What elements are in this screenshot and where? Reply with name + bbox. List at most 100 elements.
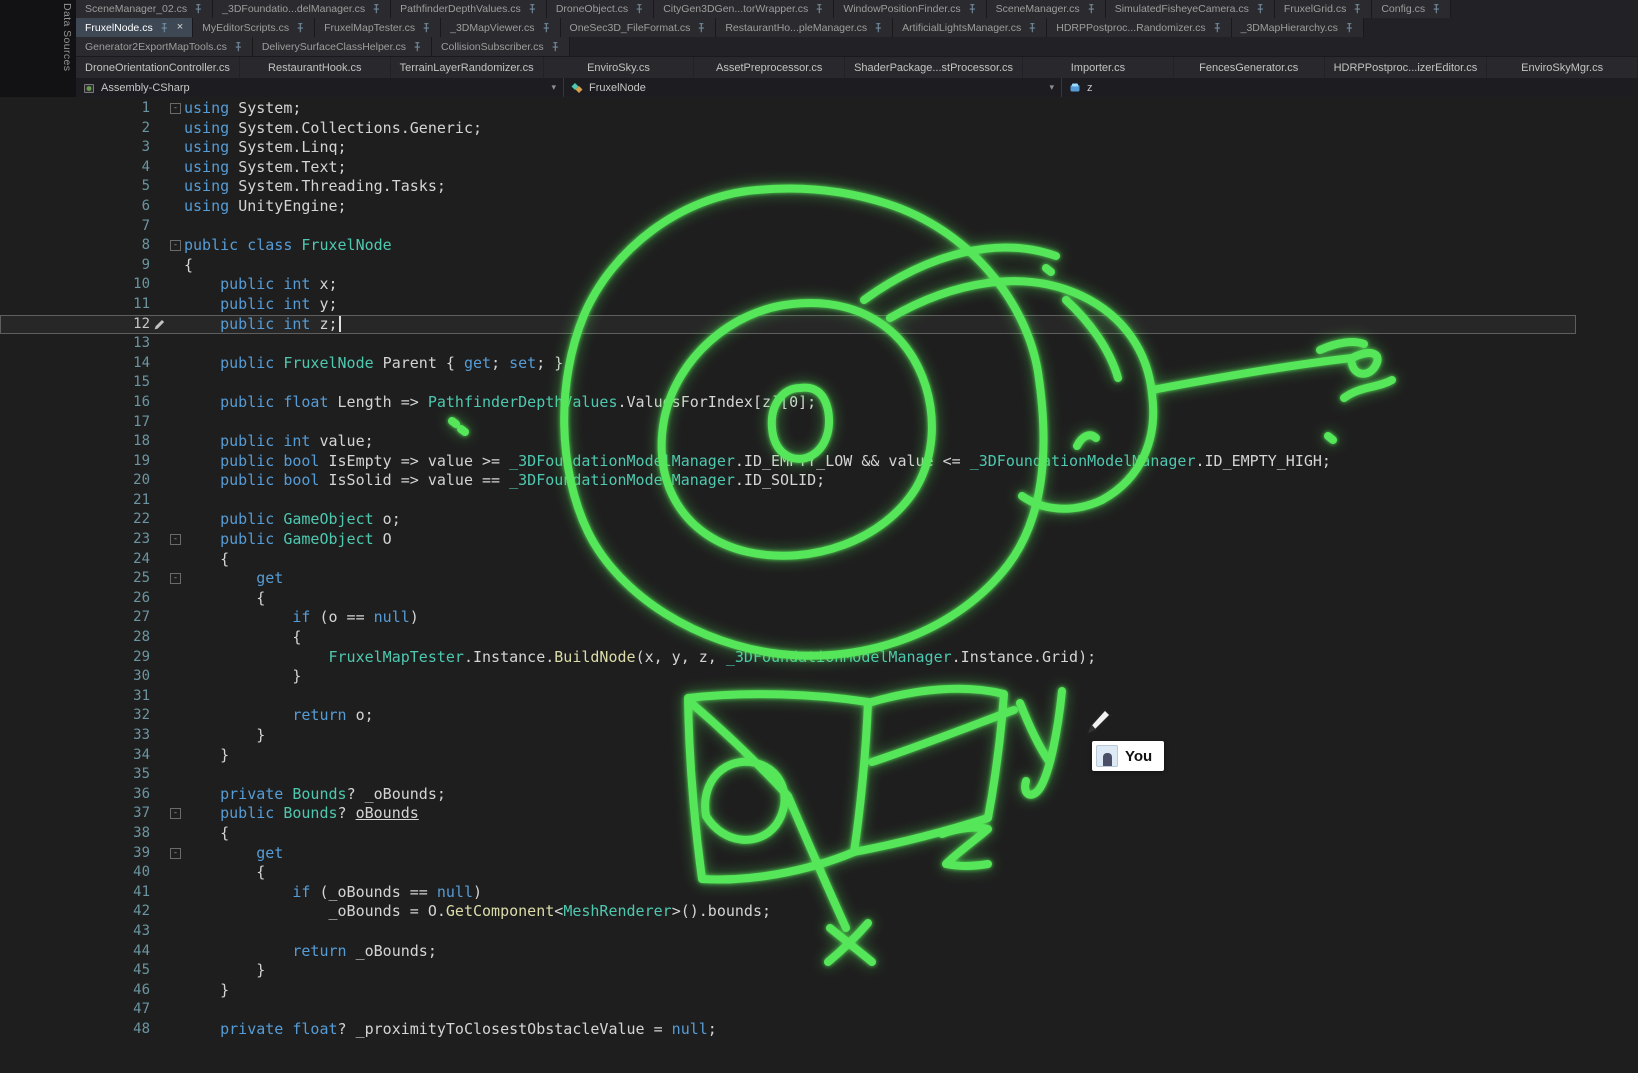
tab-restaurantho-plemanager-cs[interactable]: RestaurantHo...pleManager.cs — [716, 18, 893, 37]
pin-icon[interactable] — [233, 41, 243, 53]
line-number[interactable]: 10 — [0, 275, 150, 295]
tab-scenemanager-cs[interactable]: SceneManager.cs — [987, 0, 1106, 18]
code-line[interactable]: 19 public bool IsEmpty => value >= _3DFo… — [0, 452, 1576, 472]
code-line[interactable]: 10 public int x; — [0, 275, 1576, 295]
pin-icon[interactable] — [295, 22, 305, 34]
project-dropdown[interactable]: Assembly-CSharp ▾ — [76, 78, 564, 97]
pin-icon[interactable] — [1086, 3, 1096, 15]
tab-envirosky-cs[interactable]: EnviroSky.cs — [544, 57, 695, 78]
tab-fruxelmaptester-cs[interactable]: FruxelMapTester.cs — [315, 18, 441, 37]
line-number[interactable]: 5 — [0, 177, 150, 197]
code-line[interactable]: 28 { — [0, 628, 1576, 648]
line-number[interactable]: 41 — [0, 883, 150, 903]
code-line[interactable]: 1-using System; — [0, 99, 1576, 119]
fold-collapse-icon[interactable]: - — [170, 848, 181, 859]
code-line[interactable]: 36 private Bounds? _oBounds; — [0, 785, 1576, 805]
line-number[interactable]: 2 — [0, 119, 150, 139]
line-number[interactable]: 27 — [0, 608, 150, 628]
code-line[interactable]: 18 public int value; — [0, 432, 1576, 452]
tab-onesec3d-fileformat-cs[interactable]: OneSec3D_FileFormat.cs — [561, 18, 717, 37]
code-line[interactable]: 26 { — [0, 589, 1576, 609]
line-number[interactable]: 38 — [0, 824, 150, 844]
fold-column[interactable]: - — [168, 569, 184, 589]
pin-icon[interactable] — [1255, 3, 1265, 15]
pin-icon[interactable] — [527, 3, 537, 15]
code-line[interactable]: 5using System.Threading.Tasks; — [0, 177, 1576, 197]
fold-column[interactable]: - — [168, 844, 184, 864]
code-line[interactable]: 41 if (_oBounds == null) — [0, 883, 1576, 903]
pin-icon[interactable] — [634, 3, 644, 15]
line-number[interactable]: 1 — [0, 99, 150, 119]
code-line[interactable]: 16 public float Length => PathfinderDept… — [0, 393, 1576, 413]
code-line[interactable]: 8-public class FruxelNode — [0, 236, 1576, 256]
line-number[interactable]: 24 — [0, 550, 150, 570]
pin-icon[interactable] — [371, 3, 381, 15]
line-number[interactable]: 9 — [0, 256, 150, 276]
fold-column[interactable]: - — [168, 804, 184, 824]
line-number[interactable]: 13 — [0, 334, 150, 354]
fold-column[interactable]: - — [168, 99, 184, 119]
code-line[interactable]: 25- get — [0, 569, 1576, 589]
line-number[interactable]: 12 — [0, 315, 150, 335]
tab-fencesgenerator-cs[interactable]: FencesGenerator.cs — [1174, 57, 1325, 78]
fold-collapse-icon[interactable]: - — [170, 573, 181, 584]
code-line[interactable]: 22 public GameObject o; — [0, 510, 1576, 530]
line-number[interactable]: 46 — [0, 981, 150, 1001]
fold-column[interactable]: - — [168, 236, 184, 256]
type-dropdown[interactable]: FruxelNode ▾ — [564, 78, 1062, 97]
side-tab-data-sources[interactable]: Data Sources — [61, 3, 73, 71]
pin-icon[interactable] — [1431, 3, 1441, 15]
line-number[interactable]: 34 — [0, 746, 150, 766]
tab-droneorientationcontroller-cs[interactable]: DroneOrientationController.cs — [76, 57, 240, 78]
line-number[interactable]: 31 — [0, 687, 150, 707]
line-number[interactable]: 20 — [0, 471, 150, 491]
line-number[interactable]: 17 — [0, 413, 150, 433]
line-number[interactable]: 42 — [0, 902, 150, 922]
line-number[interactable]: 16 — [0, 393, 150, 413]
code-line[interactable]: 34 } — [0, 746, 1576, 766]
code-line[interactable]: 42 _oBounds = O.GetComponent<MeshRendere… — [0, 902, 1576, 922]
tab-enviroskymgr-cs[interactable]: EnviroSkyMgr.cs — [1487, 57, 1638, 78]
tab-artificiallightsmanager-cs[interactable]: ArtificialLightsManager.cs — [893, 18, 1047, 37]
code-line[interactable]: 20 public bool IsSolid => value == _3DFo… — [0, 471, 1576, 491]
line-number[interactable]: 21 — [0, 491, 150, 511]
fold-collapse-icon[interactable]: - — [170, 534, 181, 545]
tab-importer-cs[interactable]: Importer.cs — [1023, 57, 1174, 78]
tab-3dmaphierarchy-cs[interactable]: _3DMapHierarchy.cs — [1232, 18, 1364, 37]
code-line[interactable]: 21 — [0, 491, 1576, 511]
code-line[interactable]: 32 return o; — [0, 706, 1576, 726]
tab-fruxelgrid-cs[interactable]: FruxelGrid.cs — [1275, 0, 1372, 18]
code-line[interactable]: 44 return _oBounds; — [0, 942, 1576, 962]
tab-assetpreprocessor-cs[interactable]: AssetPreprocessor.cs — [694, 57, 845, 78]
code-line[interactable]: 7 — [0, 217, 1576, 237]
line-number[interactable]: 47 — [0, 1000, 150, 1020]
code-line[interactable]: 43 — [0, 922, 1576, 942]
line-number[interactable]: 4 — [0, 158, 150, 178]
code-line[interactable]: 24 { — [0, 550, 1576, 570]
line-number[interactable]: 44 — [0, 942, 150, 962]
tab-generator2exportmaptools-cs[interactable]: Generator2ExportMapTools.cs — [76, 37, 253, 56]
code-line[interactable]: 40 { — [0, 863, 1576, 883]
tab-config-cs[interactable]: Config.cs — [1372, 0, 1451, 18]
code-line[interactable]: 37- public Bounds? oBounds — [0, 804, 1576, 824]
code-line[interactable]: 35 — [0, 765, 1576, 785]
line-number[interactable]: 19 — [0, 452, 150, 472]
pin-icon[interactable] — [1344, 22, 1354, 34]
line-number[interactable]: 43 — [0, 922, 150, 942]
line-number[interactable]: 14 — [0, 354, 150, 374]
code-line[interactable]: 23- public GameObject O — [0, 530, 1576, 550]
line-number[interactable]: 26 — [0, 589, 150, 609]
pin-icon[interactable] — [873, 22, 883, 34]
code-line[interactable]: 31 — [0, 687, 1576, 707]
pin-icon[interactable] — [1027, 22, 1037, 34]
pin-icon[interactable] — [159, 22, 169, 34]
line-number[interactable]: 36 — [0, 785, 150, 805]
pin-icon[interactable] — [550, 41, 560, 53]
line-number[interactable]: 39 — [0, 844, 150, 864]
line-number[interactable]: 35 — [0, 765, 150, 785]
code-line[interactable]: 13 — [0, 334, 1576, 354]
fold-collapse-icon[interactable]: - — [170, 808, 181, 819]
line-number[interactable]: 30 — [0, 667, 150, 687]
tab-droneobject-cs[interactable]: DroneObject.cs — [547, 0, 654, 18]
line-number[interactable]: 7 — [0, 217, 150, 237]
